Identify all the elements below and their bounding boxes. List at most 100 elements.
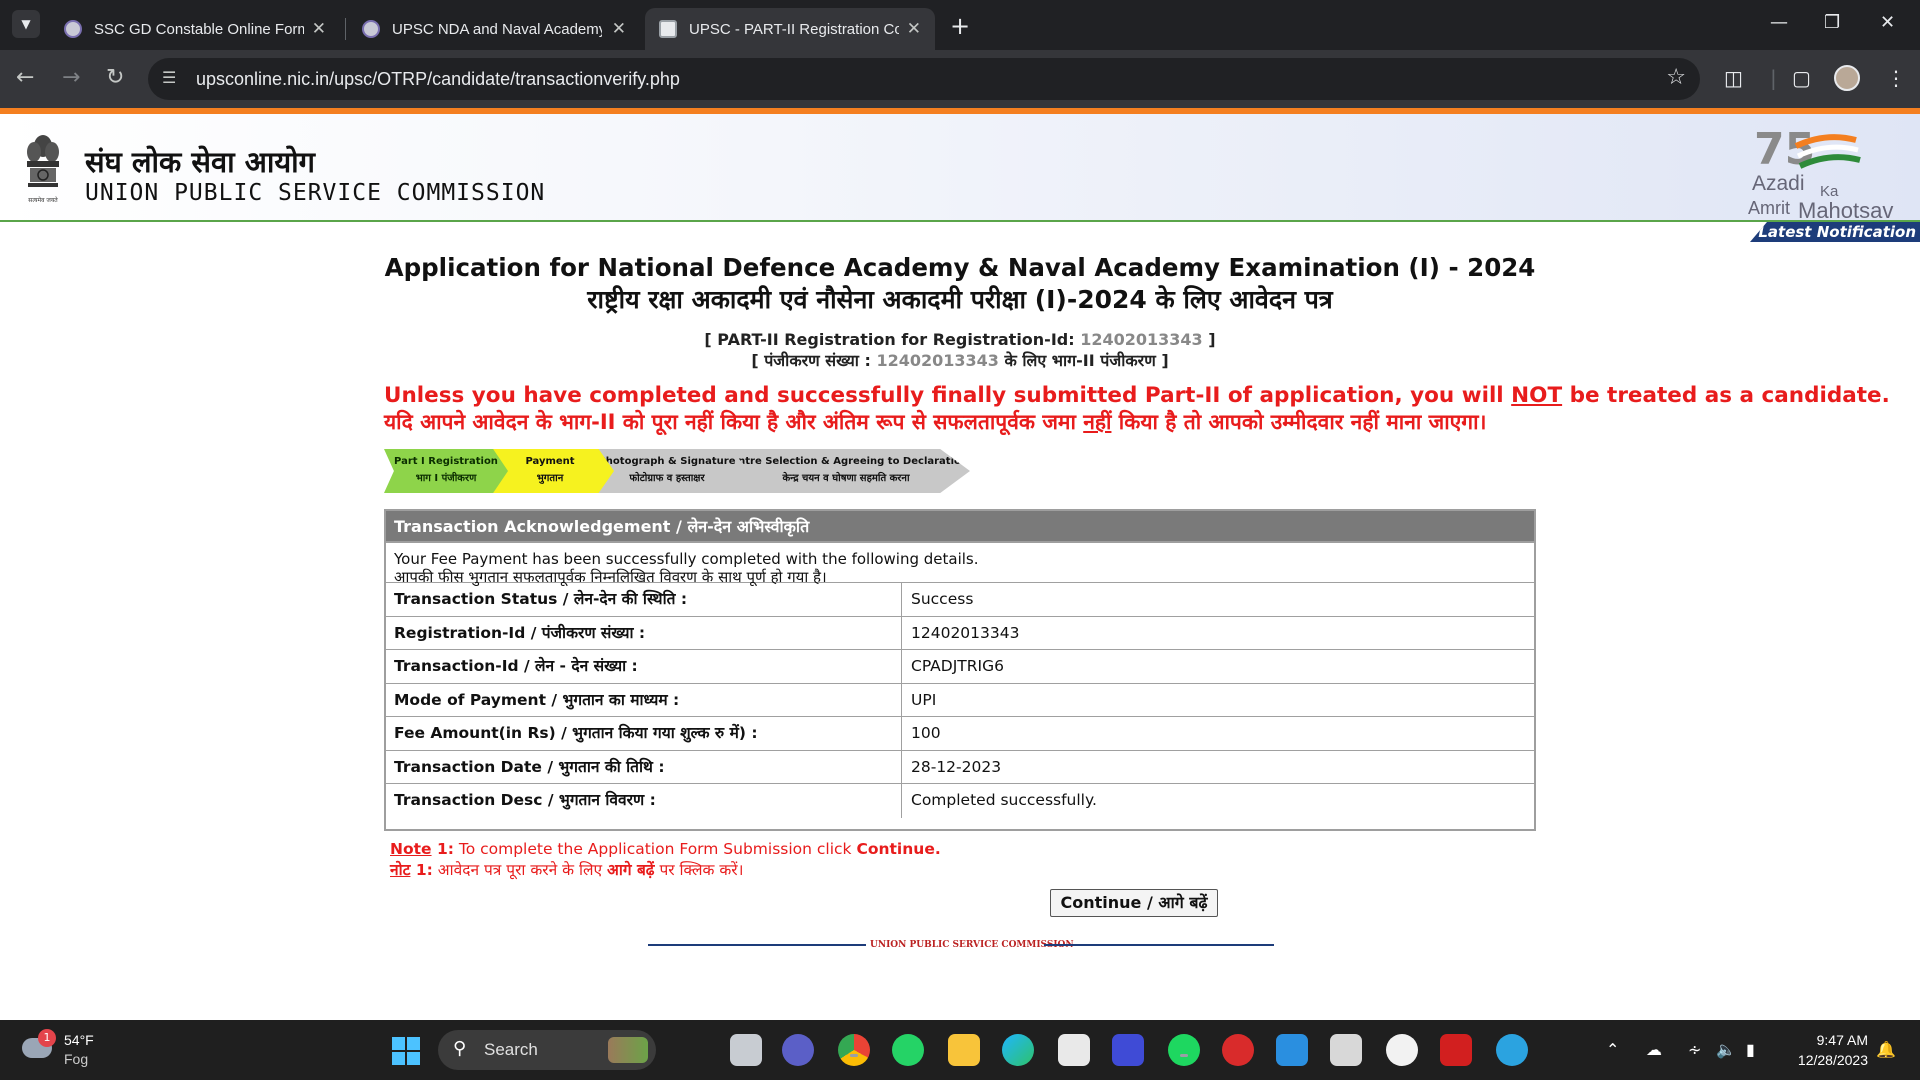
forward-icon[interactable]: → xyxy=(62,65,80,90)
wifi-icon[interactable]: ∻ xyxy=(1688,1040,1701,1059)
table-row: Transaction Desc / भुगतान विवरण : Complet… xyxy=(386,784,1534,818)
warning-english: Unless you have completed and successful… xyxy=(384,383,1890,408)
file-explorer-icon[interactable] xyxy=(948,1034,980,1066)
warning-hi-part1: यदि आपने आवेदन के भाग-II को पूरा नहीं कि… xyxy=(384,410,1084,434)
battery-icon[interactable]: ▮ xyxy=(1746,1040,1755,1059)
step-label-hi: केन्द्र चयन व घोषणा सहमति करना xyxy=(782,473,910,484)
row-value: 12402013343 xyxy=(911,623,1020,642)
whatsapp-web-icon[interactable] xyxy=(1386,1034,1418,1066)
search-highlight-image xyxy=(608,1037,648,1063)
note-number: 1: xyxy=(431,840,454,858)
latest-notification-link[interactable]: Latest Notification xyxy=(1750,222,1920,242)
note-label: नोट xyxy=(390,861,411,879)
system-clock[interactable]: 9:47 AM 12/28/2023 xyxy=(1786,1030,1868,1070)
volume-icon[interactable]: 🔈 xyxy=(1716,1040,1736,1059)
vscode-icon[interactable] xyxy=(1276,1034,1308,1066)
azadi-ka-amrit-mahotsav-logo: 75 Azadi Ka Amrit Mahotsav xyxy=(1748,124,1893,222)
spotify-active-indicator xyxy=(1180,1054,1188,1057)
note-number: 1: xyxy=(410,861,433,879)
url-text[interactable]: upsconline.nic.in/upsc/OTRP/candidate/tr… xyxy=(196,69,680,90)
note-text: To complete the Application Form Submiss… xyxy=(453,840,857,858)
tab-upsc-part2-active[interactable]: UPSC - PART-II Registration Cor ✕ xyxy=(645,8,935,50)
telegram-icon[interactable] xyxy=(1496,1034,1528,1066)
row-label: Transaction Date / भुगतान की तिथि : xyxy=(386,750,902,783)
site-info-icon[interactable]: ☰ xyxy=(162,68,176,87)
emblem-caption: सत्यमेव जयते xyxy=(28,196,58,204)
close-window-icon[interactable]: ✕ xyxy=(1880,12,1895,33)
registration-id: 12402013343 xyxy=(1080,330,1203,349)
step-label-hi: भाग I पंजीकरण xyxy=(415,473,477,484)
minimize-icon[interactable]: — xyxy=(1770,12,1788,33)
address-bar[interactable]: ☰ upsconline.nic.in/upsc/OTRP/candidate/… xyxy=(148,58,1700,100)
back-icon[interactable]: ← xyxy=(16,65,34,90)
reg-line-prefix: [ PART-II Registration for Registration-… xyxy=(704,330,1081,349)
teams-chat-icon[interactable] xyxy=(782,1034,814,1066)
row-label: Registration-Id / पंजीकरण संख्या : xyxy=(386,616,902,649)
table-row: Registration-Id / पंजीकरण संख्या : 124020… xyxy=(386,616,1534,650)
profile-avatar[interactable] xyxy=(1834,65,1860,91)
new-tab-button[interactable]: + xyxy=(950,12,970,40)
reg-line-suffix: ] xyxy=(1202,330,1216,349)
note-label: Note xyxy=(390,840,432,858)
snipping-tool-icon[interactable] xyxy=(1330,1034,1362,1066)
row-label: Transaction Status / लेन-देन की स्थिति : xyxy=(386,583,902,616)
warning-hindi: यदि आपने आवेदन के भाग-II को पूरा नहीं कि… xyxy=(384,408,1486,436)
show-hidden-icons-chevron[interactable]: ⌃ xyxy=(1606,1040,1619,1059)
tab-search-button[interactable]: ▼ xyxy=(12,10,40,38)
row-label: Mode of Payment / भुगतान का माध्यम : xyxy=(386,683,902,716)
site-header: सत्यमेव जयते संघ लोक सेवा आयोग UNION PUB… xyxy=(0,114,1920,222)
tab-upsc-nda[interactable]: UPSC NDA and Naval Academy ✕ xyxy=(348,8,640,50)
chrome-icon[interactable] xyxy=(838,1034,870,1066)
table-row: Transaction Date / भुगतान की तिथि : 28-12… xyxy=(386,750,1534,784)
table-row: Transaction Status / लेन-देन की स्थिति :… xyxy=(386,583,1534,617)
warning-hi-not: नहीं xyxy=(1083,410,1112,434)
bookmark-star-icon[interactable]: ☆ xyxy=(1666,65,1686,90)
commission-name-hindi: संघ लोक सेवा आयोग xyxy=(85,145,316,179)
warning-en-part1: Unless you have completed and successful… xyxy=(384,383,1512,408)
tab-ssc-gd[interactable]: SSC GD Constable Online Form ✕ xyxy=(50,8,340,50)
warning-hi-part2: किया है तो आपको उम्मीदवार नहीं माना जाएग… xyxy=(1111,410,1487,434)
table-row: Fee Amount(in Rs) / भुगतान किया गया शुल्… xyxy=(386,717,1534,751)
logo-75: 75 xyxy=(1754,124,1815,175)
devcpp-icon[interactable] xyxy=(1222,1034,1254,1066)
close-tab-icon[interactable]: ✕ xyxy=(612,19,626,39)
taskbar-search[interactable]: ⚲ Search xyxy=(438,1030,656,1070)
microsoft-store-icon[interactable] xyxy=(1058,1034,1090,1066)
extensions-icon[interactable]: ◫ xyxy=(1724,66,1743,90)
browser-menu-icon[interactable]: ⋮ xyxy=(1886,66,1906,90)
step-label-en: Centre Selection & Agreeing to Declarati… xyxy=(724,456,968,467)
logo-amrit: Amrit xyxy=(1748,198,1790,218)
weather-badge: 1 xyxy=(38,1029,56,1047)
tab-favicon-icon xyxy=(362,20,380,38)
restore-icon[interactable]: ❐ xyxy=(1824,12,1840,33)
edge-icon[interactable] xyxy=(1002,1034,1034,1066)
reload-icon[interactable]: ↻ xyxy=(106,65,124,90)
warning-en-part2: be treated as a candidate. xyxy=(1562,383,1890,408)
spotify-icon[interactable] xyxy=(1168,1034,1200,1066)
close-tab-icon[interactable]: ✕ xyxy=(907,19,921,39)
reg-line-hi-suffix: के लिए भाग-II पंजीकरण ] xyxy=(998,351,1169,370)
continue-button[interactable]: Continue / आगे बढ़ें xyxy=(1050,889,1218,917)
windows-taskbar: 1 54°F Fog ⚲ Search ⌃ ☁ ∻ 🔈 ▮ 9:47 AM 12… xyxy=(0,1020,1920,1080)
acrobat-icon[interactable] xyxy=(1440,1034,1472,1066)
cloud-sync-icon[interactable]: ☁ xyxy=(1646,1040,1662,1059)
commission-name-english: UNION PUBLIC SERVICE COMMISSION xyxy=(85,180,546,206)
weather-condition: Fog xyxy=(64,1051,89,1067)
registration-line-hindi: [ पंजीकरण संख्या : 12402013343 के लिए भा… xyxy=(0,349,1920,371)
progress-steps: Centre Selection & Agreeing to Declarati… xyxy=(384,449,970,493)
note-continue: आगे बढ़ें xyxy=(606,861,655,879)
tab-title: UPSC NDA and Naval Academy xyxy=(392,20,602,38)
tab-title: SSC GD Constable Online Form xyxy=(94,20,304,38)
start-windows-icon[interactable] xyxy=(392,1037,420,1065)
step-part1-registration: Part I Registration भाग I पंजीकरण xyxy=(384,449,508,493)
side-panel-icon[interactable]: ▢ xyxy=(1792,66,1811,90)
row-value: Success xyxy=(911,590,974,608)
close-tab-icon[interactable]: ✕ xyxy=(312,19,326,39)
note-continue: Continue. xyxy=(856,840,941,858)
notification-bell-icon[interactable]: 🔔 xyxy=(1876,1040,1896,1059)
transaction-acknowledgement-table: Transaction Acknowledgement / लेन-देन अभ… xyxy=(384,509,1536,831)
task-view-icon[interactable] xyxy=(730,1034,762,1066)
ai-app-icon[interactable] xyxy=(1112,1034,1144,1066)
whatsapp-icon[interactable] xyxy=(892,1034,924,1066)
row-label: Transaction Desc / भुगतान विवरण : xyxy=(386,784,902,818)
